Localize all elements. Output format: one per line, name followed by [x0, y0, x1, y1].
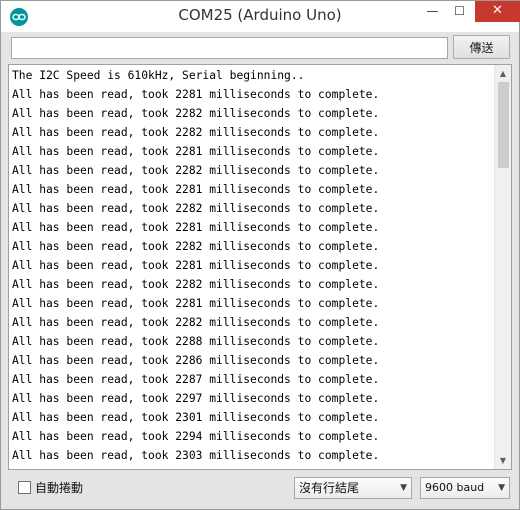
output-line: All has been read, took 2303 millisecond…	[12, 449, 380, 462]
output-text: The I2C Speed is 610kHz, Serial beginnin…	[12, 66, 494, 469]
vertical-scrollbar[interactable]: ▲ ▼	[494, 65, 511, 469]
scroll-down-arrow-icon[interactable]: ▼	[495, 452, 511, 469]
output-line: All has been read, took 2281 millisecond…	[12, 221, 380, 234]
output-line: All has been read, took 2288 millisecond…	[12, 335, 380, 348]
chevron-down-icon: ▼	[498, 483, 505, 493]
autoscroll-label: 自動捲動	[35, 481, 84, 495]
minimize-button[interactable]: —	[419, 1, 446, 22]
scroll-up-arrow-icon[interactable]: ▲	[495, 65, 511, 82]
output-line: All has been read, took 2297 millisecond…	[12, 392, 380, 405]
line-ending-value: 沒有行結尾	[299, 481, 360, 495]
output-line: All has been read, took 2281 millisecond…	[12, 259, 380, 272]
baud-rate-value: 9600 baud	[425, 481, 485, 494]
send-input[interactable]	[11, 37, 448, 59]
autoscroll-checkbox[interactable]	[18, 481, 31, 494]
baud-rate-select[interactable]: 9600 baud ▼	[420, 477, 510, 499]
output-line: All has been read, took 2282 millisecond…	[12, 240, 380, 253]
output-line: All has been read, took 2314 millisecond…	[12, 465, 494, 469]
send-button[interactable]: 傳送	[453, 35, 510, 59]
output-line: All has been read, took 2282 millisecond…	[12, 202, 380, 215]
chevron-down-icon: ▼	[400, 483, 407, 493]
output-line: All has been read, took 2282 millisecond…	[12, 107, 380, 120]
output-line: All has been read, took 2281 millisecond…	[12, 183, 380, 196]
output-line: All has been read, took 2281 millisecond…	[12, 297, 380, 310]
output-line: All has been read, took 2301 millisecond…	[12, 411, 380, 424]
output-line: All has been read, took 2282 millisecond…	[12, 164, 380, 177]
output-line: All has been read, took 2282 millisecond…	[12, 278, 380, 291]
output-line: All has been read, took 2281 millisecond…	[12, 88, 380, 101]
output-line: All has been read, took 2286 millisecond…	[12, 354, 380, 367]
output-line: All has been read, took 2282 millisecond…	[12, 316, 380, 329]
serial-monitor-window: COM25 (Arduino Uno) — ☐ ✕ 傳送 The I2C Spe…	[0, 0, 520, 510]
maximize-button[interactable]: ☐	[446, 1, 473, 22]
close-button[interactable]: ✕	[475, 1, 520, 22]
output-line: All has been read, took 2287 millisecond…	[12, 373, 380, 386]
serial-output[interactable]: The I2C Speed is 610kHz, Serial beginnin…	[8, 64, 512, 470]
output-line: All has been read, took 2282 millisecond…	[12, 126, 380, 139]
line-ending-select[interactable]: 沒有行結尾 ▼	[294, 477, 412, 499]
output-line: All has been read, took 2281 millisecond…	[12, 145, 380, 158]
title-bar[interactable]: COM25 (Arduino Uno) — ☐ ✕	[1, 1, 520, 32]
output-line: All has been read, took 2294 millisecond…	[12, 430, 380, 443]
output-line: The I2C Speed is 610kHz, Serial beginnin…	[12, 69, 305, 82]
scroll-thumb[interactable]	[498, 82, 509, 168]
